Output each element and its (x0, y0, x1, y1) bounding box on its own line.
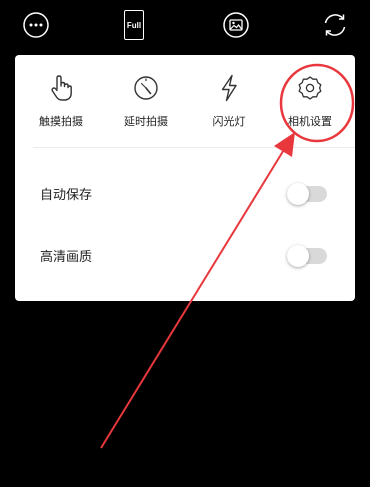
panel-divider (33, 147, 355, 148)
mode-label: 延时拍摄 (124, 115, 168, 128)
timer-icon (131, 73, 161, 103)
more-button[interactable] (21, 10, 51, 40)
gallery-icon (223, 12, 249, 38)
toggle-knob (287, 245, 309, 267)
aspect-ratio-full-button[interactable]: Full (124, 10, 144, 40)
auto-save-toggle[interactable] (287, 183, 327, 205)
mode-flash[interactable]: 闪光灯 (189, 73, 269, 133)
flash-icon (214, 73, 244, 103)
camera-screen: Full 触摸拍摄 延时拍摄 闪光灯 相机设置 自动保存 高清画质 (0, 0, 370, 487)
mode-camera-settings[interactable]: 相机设置 (270, 73, 350, 133)
hd-quality-toggle[interactable] (287, 245, 327, 267)
aspect-ratio-label: Full (126, 20, 142, 30)
setting-label: 自动保存 (40, 188, 93, 203)
settings-gear-icon (295, 73, 325, 103)
mode-label: 触摸拍摄 (39, 115, 83, 128)
setting-label: 高清画质 (40, 250, 93, 265)
touch-icon (46, 73, 76, 103)
gallery-button[interactable] (221, 10, 251, 40)
more-dots-icon (23, 12, 49, 38)
mode-touch-capture[interactable]: 触摸拍摄 (21, 73, 101, 133)
mode-timer-capture[interactable]: 延时拍摄 (106, 73, 186, 133)
switch-camera-icon (324, 14, 346, 36)
mode-label: 相机设置 (288, 115, 332, 128)
switch-camera-button[interactable] (320, 10, 350, 40)
settings-panel: 触摸拍摄 延时拍摄 闪光灯 相机设置 自动保存 高清画质 (15, 55, 355, 301)
setting-row-auto-save: 自动保存 (15, 174, 355, 214)
mode-label: 闪光灯 (212, 115, 246, 128)
setting-row-hd-quality: 高清画质 (15, 236, 355, 276)
toggle-knob (287, 183, 309, 205)
